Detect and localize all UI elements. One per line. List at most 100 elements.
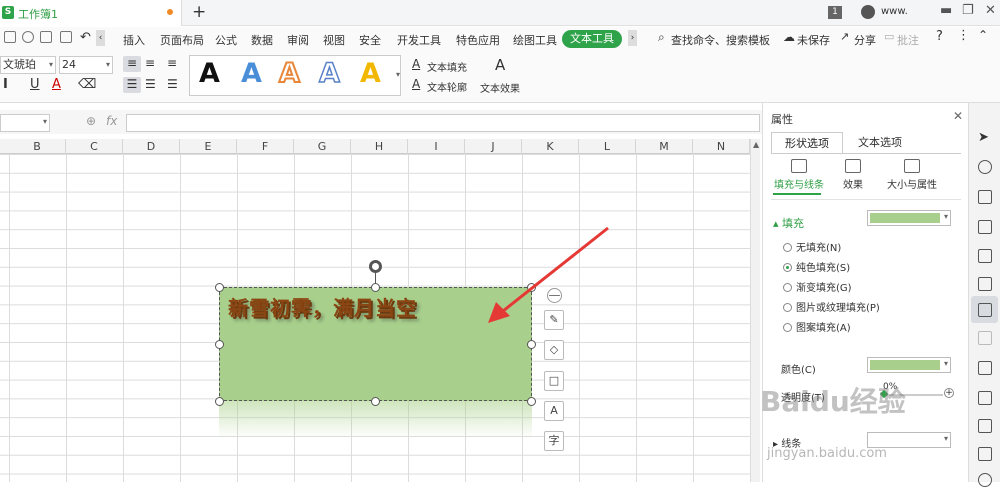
new-tab-button[interactable]: + bbox=[192, 2, 206, 22]
radio-picture-fill[interactable]: 图片或纹理填充(P) bbox=[783, 299, 880, 314]
resize-handle-left[interactable] bbox=[215, 340, 224, 349]
column-header[interactable]: I bbox=[408, 139, 465, 154]
align-top-icon[interactable]: ☰ bbox=[123, 77, 141, 93]
pane-title[interactable]: 属性 bbox=[771, 111, 793, 127]
share-button[interactable]: 分享 bbox=[854, 32, 876, 48]
print-preview-icon[interactable] bbox=[22, 31, 34, 43]
annotate-button[interactable]: 批注 bbox=[897, 32, 919, 48]
radio-pattern-fill[interactable]: 图案填充(A) bbox=[783, 319, 851, 334]
menu-special[interactable]: 特色应用 bbox=[456, 32, 500, 48]
plus-icon[interactable]: + bbox=[944, 388, 954, 398]
menu-insert[interactable]: 插入 bbox=[123, 32, 145, 48]
minimize-icon[interactable]: ▬ bbox=[940, 3, 952, 18]
shape-style-icon[interactable]: ✎ bbox=[544, 310, 564, 330]
chart-icon[interactable] bbox=[978, 277, 992, 291]
save-icon[interactable] bbox=[4, 31, 16, 43]
fill-section-header[interactable]: ▴ 填充 bbox=[773, 215, 804, 231]
help-icon[interactable]: ? bbox=[936, 29, 943, 44]
menu-text-tools[interactable]: 文本工具 bbox=[562, 30, 622, 48]
fill-color-dropdown[interactable]: ▾ bbox=[867, 210, 951, 226]
subtab-fill-line[interactable]: 填充与线条 bbox=[771, 159, 827, 191]
radio-solid-fill[interactable]: 纯色填充(S) bbox=[783, 259, 850, 274]
radio-gradient-fill[interactable]: 渐变填充(G) bbox=[783, 279, 852, 294]
resize-handle-bottom-left[interactable] bbox=[215, 397, 224, 406]
resize-handle-top-left[interactable] bbox=[215, 283, 224, 292]
edit-icon[interactable] bbox=[978, 419, 992, 433]
font-size-select[interactable]: 24 ▾ bbox=[59, 56, 113, 74]
image-icon[interactable] bbox=[978, 361, 992, 375]
column-header[interactable]: D bbox=[123, 139, 180, 154]
history-icon[interactable] bbox=[978, 473, 992, 487]
text-fill-button[interactable]: 文本填充 bbox=[427, 59, 467, 74]
resize-handle-bottom-right[interactable] bbox=[527, 397, 536, 406]
name-box[interactable]: ▾ bbox=[0, 114, 50, 132]
align-right-icon[interactable]: ≡ bbox=[167, 56, 177, 70]
resize-handle-bottom[interactable] bbox=[371, 397, 380, 406]
subtab-effects[interactable]: 效果 bbox=[833, 159, 873, 191]
column-header[interactable]: J bbox=[465, 139, 522, 154]
gallery-more-icon[interactable]: ▾ bbox=[396, 70, 400, 79]
scroll-up-icon[interactable]: ▲ bbox=[753, 140, 759, 149]
column-header[interactable]: H bbox=[351, 139, 408, 154]
menu-review[interactable]: 审阅 bbox=[287, 32, 309, 48]
align-center-icon[interactable]: ≡ bbox=[145, 56, 155, 70]
unsaved-status[interactable]: 未保存 bbox=[797, 32, 830, 48]
column-header[interactable]: K bbox=[522, 139, 579, 154]
close-icon[interactable]: ✕ bbox=[985, 3, 996, 18]
transfer-icon[interactable] bbox=[978, 331, 992, 345]
zoom-icon[interactable]: ⊕ bbox=[86, 114, 96, 128]
column-header[interactable]: M bbox=[636, 139, 693, 154]
export-icon[interactable] bbox=[978, 391, 992, 405]
search-icon[interactable]: ⌕ bbox=[658, 30, 665, 45]
avatar[interactable] bbox=[861, 5, 875, 19]
menu-view[interactable]: 视图 bbox=[323, 32, 345, 48]
shape-fill-icon[interactable]: ◇ bbox=[544, 340, 564, 360]
character-icon[interactable]: 字 bbox=[544, 431, 564, 451]
menu-data[interactable]: 数据 bbox=[251, 32, 273, 48]
properties-sliders-icon[interactable] bbox=[978, 303, 992, 317]
shape-outline-icon[interactable]: □ bbox=[544, 371, 564, 391]
wordart-style-black[interactable]: A bbox=[199, 58, 220, 89]
menu-security[interactable]: 安全 bbox=[359, 32, 381, 48]
print-icon[interactable] bbox=[40, 31, 52, 43]
tab-text-options[interactable]: 文本选项 bbox=[849, 132, 911, 154]
underline-icon[interactable]: U bbox=[30, 77, 40, 92]
column-header[interactable]: B bbox=[9, 139, 66, 154]
select-cursor-icon[interactable]: ➤ bbox=[978, 130, 989, 145]
align-middle-icon[interactable]: ☰ bbox=[145, 77, 156, 91]
text-effects-button[interactable]: 文本效果 bbox=[480, 80, 520, 95]
wordart-gallery[interactable]: A A A A A bbox=[189, 55, 401, 96]
command-search[interactable]: 查找命令、搜索模板 bbox=[671, 32, 770, 48]
shapes-icon[interactable] bbox=[978, 160, 992, 174]
more-icon[interactable]: ⋮ bbox=[957, 28, 970, 43]
user-name[interactable]: www. bbox=[881, 6, 908, 17]
rotate-handle-icon[interactable] bbox=[369, 260, 382, 273]
column-header[interactable]: F bbox=[237, 139, 294, 154]
format-icon[interactable] bbox=[978, 220, 992, 234]
clear-format-icon[interactable]: ⌫ bbox=[78, 77, 96, 92]
export-icon[interactable] bbox=[60, 31, 72, 43]
tab-shape-options[interactable]: 形状选项 bbox=[771, 132, 843, 154]
column-header[interactable]: L bbox=[579, 139, 636, 154]
collapse-ribbon-icon[interactable]: ⌃ bbox=[978, 28, 988, 42]
column-header[interactable]: N bbox=[693, 139, 750, 154]
align-left-icon[interactable]: ≡ bbox=[123, 56, 141, 72]
wordart-style-gold[interactable]: A bbox=[360, 58, 381, 89]
menu-drawing-tools[interactable]: 绘图工具 bbox=[513, 32, 557, 48]
location-icon[interactable] bbox=[978, 447, 992, 461]
close-icon[interactable]: ✕ bbox=[953, 109, 963, 123]
document-tab[interactable]: S 工作簿1 bbox=[0, 0, 182, 26]
font-name-select[interactable]: 文琥珀 ▾ bbox=[0, 56, 56, 74]
resize-handle-top[interactable] bbox=[371, 283, 380, 292]
column-header[interactable]: E bbox=[180, 139, 237, 154]
style-icon[interactable] bbox=[978, 190, 992, 204]
radio-no-fill[interactable]: 无填充(N) bbox=[783, 239, 841, 254]
text-outline-button[interactable]: 文本轮廓 bbox=[427, 79, 467, 94]
grid-apps-icon[interactable] bbox=[978, 249, 992, 263]
wordart-style-orange-outline[interactable]: A bbox=[278, 57, 301, 90]
column-header[interactable]: G bbox=[294, 139, 351, 154]
color-dropdown[interactable]: ▾ bbox=[867, 357, 951, 373]
menu-formulas[interactable]: 公式 bbox=[215, 32, 237, 48]
vertical-scrollbar[interactable]: ▲ bbox=[750, 139, 760, 482]
bold-icon[interactable]: I bbox=[3, 77, 8, 92]
